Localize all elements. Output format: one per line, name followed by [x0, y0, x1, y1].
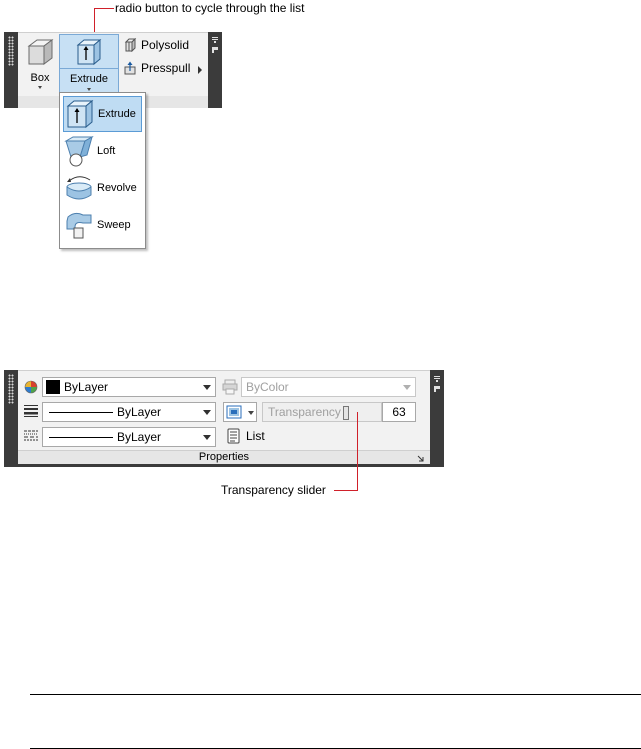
plot-style-value: ByColor: [246, 380, 289, 394]
lineweight-icon: [24, 405, 38, 417]
color-wheel-icon: [24, 380, 38, 394]
flyout-item-extrude[interactable]: Extrude: [63, 96, 142, 132]
transparency-slider-thumb[interactable]: [343, 406, 349, 420]
presspull-label: Presspull: [141, 61, 191, 75]
transparency-label: Transparency: [268, 405, 341, 419]
pin-panel-icon[interactable]: [211, 46, 219, 54]
extrude-split-divider: [60, 68, 118, 69]
lineweight-dropdown[interactable]: ByLayer: [42, 402, 216, 422]
linetype-icon: [24, 430, 38, 441]
list-icon: [227, 428, 240, 444]
properties-left-bar: [4, 370, 18, 467]
grip-handle[interactable]: [8, 36, 14, 66]
extrude-flyout-menu: Extrude Loft Revolve Sweep: [59, 92, 146, 249]
chevron-down-icon: [248, 411, 254, 415]
loft-icon: [64, 135, 94, 167]
divider-top: [30, 694, 641, 695]
transparency-slider[interactable]: Transparency: [262, 402, 382, 422]
bottom-callout-text: Transparency slider: [221, 483, 326, 497]
box-button[interactable]: Box: [20, 34, 60, 94]
dialog-launcher-icon[interactable]: [417, 455, 424, 462]
plot-style-icon: [222, 379, 238, 395]
bottom-callout-leader-horizontal: [334, 490, 358, 491]
chevron-down-icon: [203, 435, 211, 440]
pin-panel-icon[interactable]: [433, 385, 441, 393]
box-icon: [27, 39, 54, 65]
expand-right-icon[interactable]: [197, 66, 203, 74]
polysolid-icon: [124, 38, 137, 52]
properties-right-bar: [430, 370, 444, 467]
flyout-item-revolve[interactable]: Revolve: [63, 170, 142, 206]
minimize-panel-icon[interactable]: [211, 36, 219, 44]
properties-panel: Properties ByLayer ByColor ByLayer Trans…: [4, 370, 444, 467]
chevron-down-icon: [403, 385, 411, 390]
linetype-value: ByLayer: [117, 430, 162, 444]
transparency-value: 63: [392, 405, 406, 419]
presspull-button[interactable]: Presspull: [123, 59, 190, 77]
flyout-item-loft[interactable]: Loft: [63, 133, 142, 169]
chevron-down-icon: [203, 410, 211, 415]
panel-right-bar: [208, 32, 222, 108]
linetype-dropdown[interactable]: ByLayer: [42, 427, 216, 447]
bottom-callout-leader-vertical: [357, 412, 358, 491]
flyout-label-sweep: Sweep: [97, 219, 131, 231]
color-swatch: [46, 380, 60, 394]
polysolid-label: Polysolid: [141, 38, 190, 52]
extrude-label: Extrude: [70, 73, 108, 85]
flyout-label-revolve: Revolve: [97, 182, 137, 194]
box-label: Box: [30, 72, 50, 84]
flyout-label-loft: Loft: [97, 145, 116, 157]
extrude-icon: [66, 99, 94, 129]
revolve-icon: [66, 176, 92, 200]
extrude-dropdown-arrow[interactable]: [87, 88, 91, 91]
flyout-label-extrude: Extrude: [98, 108, 136, 120]
color-value: ByLayer: [64, 380, 109, 394]
plot-style-dropdown[interactable]: ByColor: [241, 377, 416, 397]
top-callout-leader-horizontal: [94, 8, 114, 9]
presspull-icon: [124, 61, 136, 75]
minimize-panel-icon[interactable]: [433, 375, 441, 383]
extrude-split-button[interactable]: Extrude: [59, 34, 119, 96]
properties-panel-title: Properties: [198, 451, 250, 463]
grip-handle[interactable]: [8, 374, 14, 404]
polysolid-button[interactable]: Polysolid: [123, 36, 189, 54]
transparency-mode-button[interactable]: [223, 402, 257, 422]
sweep-icon: [66, 212, 92, 239]
linetype-sample-line: [49, 436, 113, 438]
box-dropdown-arrow[interactable]: [38, 86, 42, 89]
extrude-icon: [76, 38, 102, 66]
color-dropdown[interactable]: ByLayer: [42, 377, 216, 397]
lineweight-sample-line: [49, 411, 113, 413]
transparency-icon: [226, 405, 242, 419]
transparency-value-field[interactable]: 63: [382, 402, 416, 422]
list-button[interactable]: List: [226, 427, 265, 445]
chevron-down-icon: [203, 385, 211, 390]
flyout-item-sweep[interactable]: Sweep: [63, 207, 142, 243]
panel-left-bar: [4, 32, 18, 108]
lineweight-value: ByLayer: [117, 405, 162, 419]
list-label: List: [246, 429, 265, 443]
top-callout-text: radio button to cycle through the list: [115, 1, 305, 15]
